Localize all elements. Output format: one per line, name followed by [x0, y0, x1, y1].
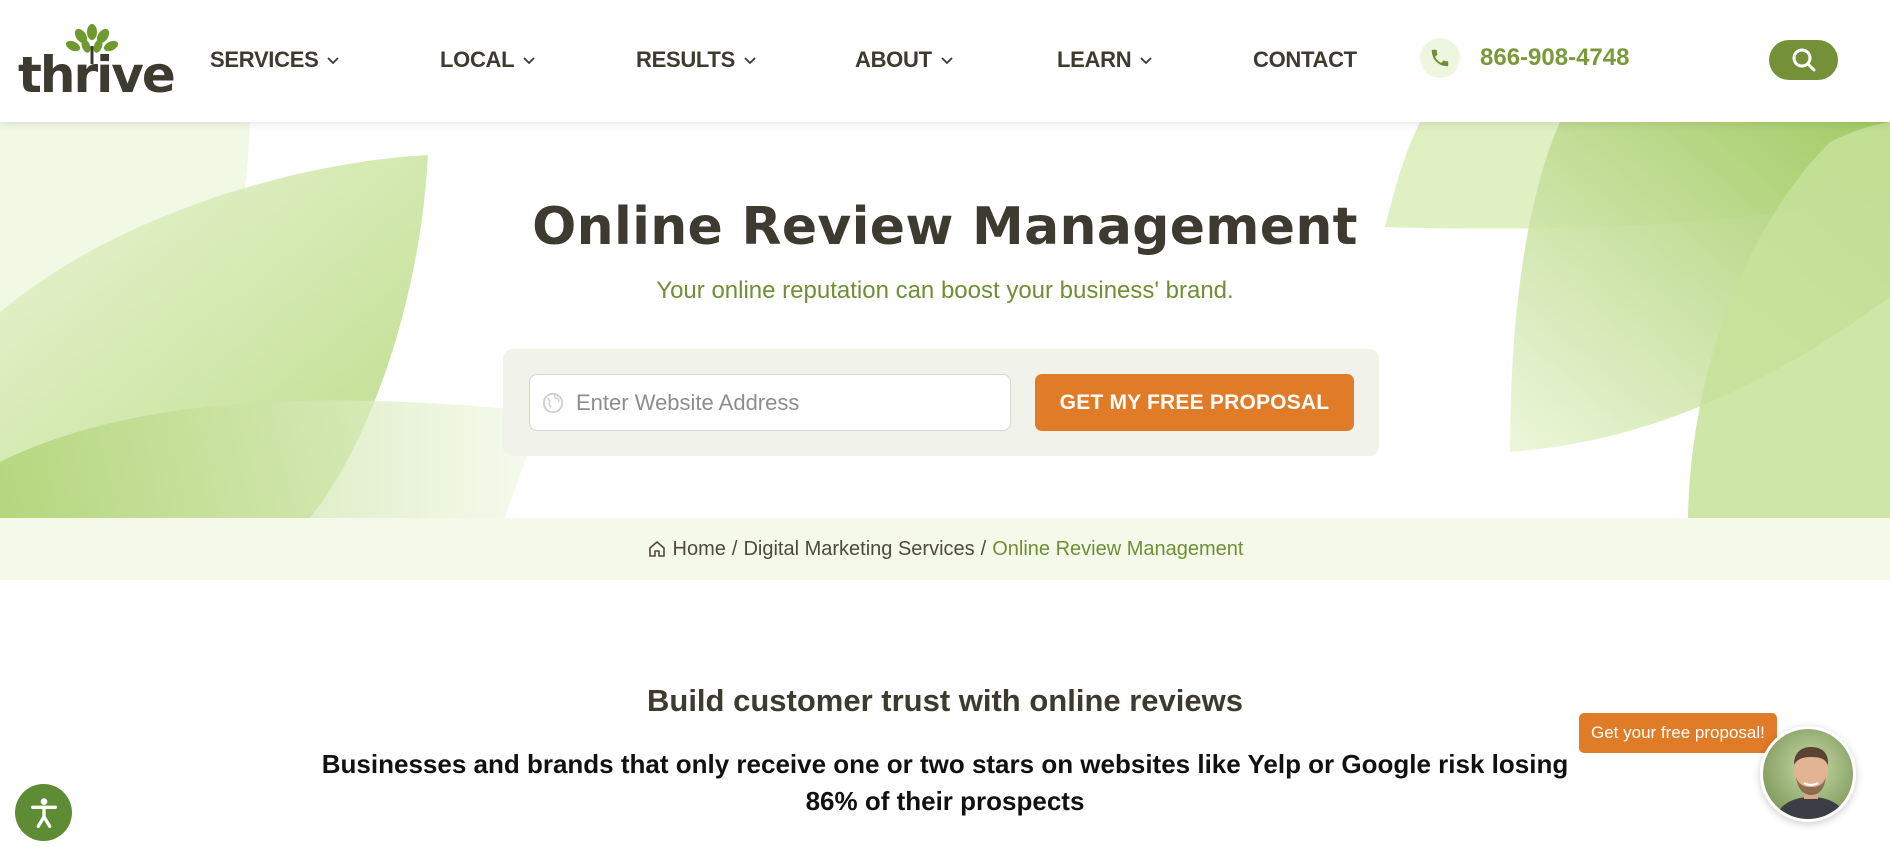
website-address-input[interactable] [576, 389, 996, 416]
globe-icon [542, 392, 564, 413]
breadcrumb-separator: / [731, 537, 738, 560]
website-input-wrapper [529, 374, 1011, 431]
breadcrumb-current: Online Review Management [992, 537, 1244, 560]
phone-icon [1420, 38, 1460, 78]
breadcrumb: Home / Digital Marketing Services / Onli… [0, 518, 1890, 580]
nav-local[interactable]: LOCAL [440, 47, 536, 73]
chat-promo-bubble[interactable]: Get your free proposal! [1579, 713, 1777, 753]
page-subtitle: Your online reputation can boost your bu… [656, 277, 1234, 304]
chevron-down-icon [327, 57, 340, 65]
phone-link[interactable]: 866-908-4748 [1420, 38, 1629, 78]
chevron-down-icon [941, 57, 953, 65]
home-icon [648, 541, 665, 557]
chat-avatar[interactable] [1760, 726, 1856, 822]
accessibility-icon [30, 797, 57, 828]
nav-learn[interactable]: LEARN [1057, 47, 1153, 73]
proposal-form: GET MY FREE PROPOSAL [503, 349, 1379, 456]
search-button[interactable] [1769, 40, 1838, 80]
nav-contact-label: CONTACT [1253, 47, 1357, 72]
breadcrumb-separator: / [980, 537, 987, 560]
section-text: Businesses and brands that only receive … [321, 749, 1569, 816]
chevron-down-icon [523, 57, 535, 65]
nav-results-label: RESULTS [636, 47, 735, 72]
thrive-logo[interactable]: thrive [18, 24, 176, 100]
site-header: thrive SERVICES LOCAL RESULTS ABOUT LEAR… [0, 0, 1890, 122]
nav-about-label: ABOUT [855, 47, 932, 72]
accessibility-button[interactable] [15, 784, 72, 841]
logo-text: thrive [18, 46, 176, 104]
nav-services-label: SERVICES [210, 47, 319, 72]
leaf-decoration [0, 122, 1890, 518]
page-title: Online Review Management [532, 197, 1358, 257]
nav-local-label: LOCAL [440, 47, 515, 72]
chevron-down-icon [1140, 57, 1152, 65]
nav-contact[interactable]: CONTACT [1253, 47, 1357, 73]
hero-section: Online Review Management Your online rep… [0, 122, 1890, 518]
breadcrumb-digital-marketing[interactable]: Digital Marketing Services [743, 538, 974, 561]
phone-number: 866-908-4748 [1480, 44, 1630, 71]
nav-learn-label: LEARN [1057, 47, 1132, 72]
breadcrumb-home[interactable]: Home [673, 538, 726, 561]
chevron-down-icon [744, 57, 756, 65]
get-free-proposal-button[interactable]: GET MY FREE PROPOSAL [1035, 374, 1354, 431]
search-icon [1792, 48, 1815, 72]
nav-results[interactable]: RESULTS [636, 47, 757, 73]
nav-about[interactable]: ABOUT [855, 47, 954, 73]
nav-services[interactable]: SERVICES [210, 47, 340, 73]
